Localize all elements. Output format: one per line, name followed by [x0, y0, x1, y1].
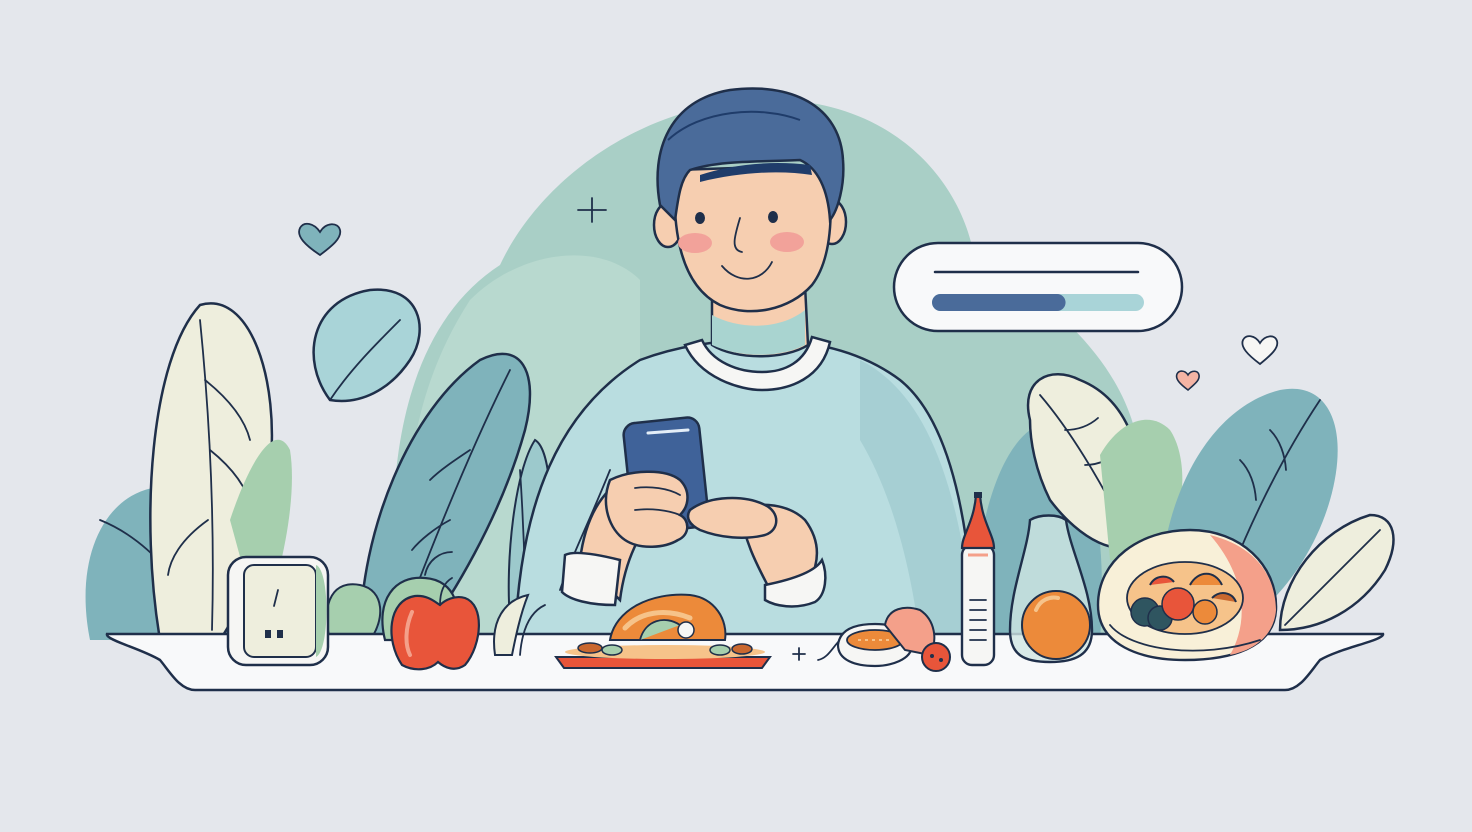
right-hand — [686, 496, 778, 539]
right-eye — [768, 211, 778, 223]
orange — [1021, 590, 1091, 660]
illustration-scene — [0, 0, 1472, 832]
progress-fill — [932, 294, 1066, 311]
progress-card — [892, 241, 1184, 333]
left-cheek — [678, 233, 712, 253]
smart-plug — [226, 555, 330, 667]
right-cheek — [770, 232, 804, 252]
left-eye — [695, 212, 705, 224]
left-cuff — [560, 551, 622, 607]
